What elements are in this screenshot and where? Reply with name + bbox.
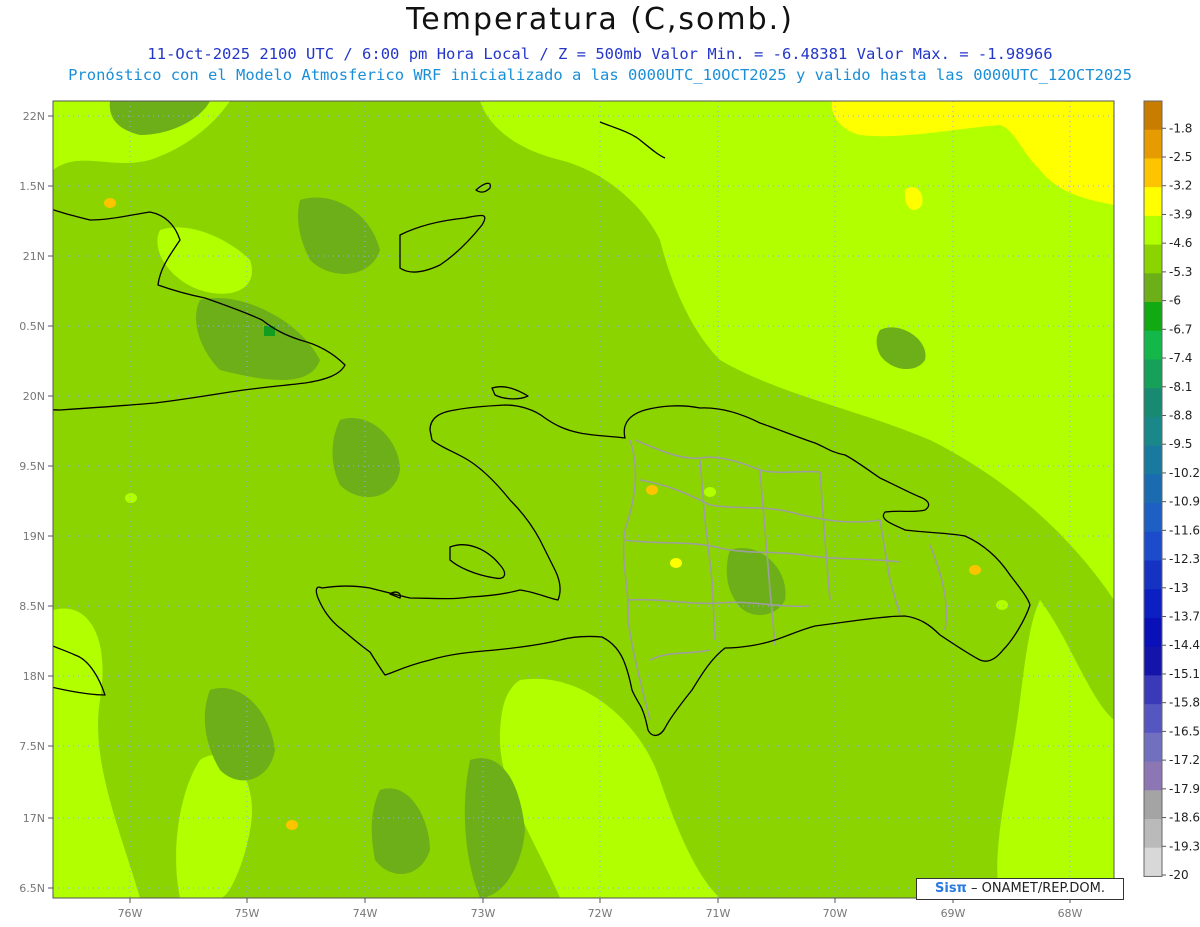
colorbar-label: -15.8	[1169, 696, 1200, 710]
colorbar-label: -1.8	[1169, 121, 1192, 135]
colorbar-label: -6	[1169, 294, 1181, 308]
colorbar-swatch	[1144, 503, 1162, 533]
colorbar-label: -8.1	[1169, 380, 1192, 394]
colorbar-swatch	[1144, 101, 1162, 131]
anomaly-spot	[969, 565, 981, 575]
colorbar-label: -10.9	[1169, 495, 1200, 509]
lon-label: 72W	[588, 907, 613, 920]
colorbar-swatch	[1144, 617, 1162, 648]
anomaly-spot	[670, 558, 682, 568]
forecast-time-line: 11-Oct-2025 2100 UTC / 6:00 pm Hora Loca…	[147, 45, 1053, 63]
colorbar-label: -17.2	[1169, 753, 1200, 767]
colorbar-swatch	[1144, 704, 1162, 734]
colorbar-swatch	[1144, 560, 1162, 590]
colorbar-swatch	[1144, 273, 1162, 303]
colorbar-label: -15.1	[1169, 667, 1200, 681]
colorbar-swatch	[1144, 531, 1162, 562]
colorbar-swatch	[1144, 187, 1162, 217]
colorbar-swatch	[1144, 359, 1162, 389]
lat-label: 7.5N	[19, 740, 45, 753]
colorbar-swatch	[1144, 790, 1162, 820]
lon-label: 75W	[235, 907, 260, 920]
colorbar-label: -5.3	[1169, 265, 1192, 279]
source-watermark: Sisπ – ONAMET/REP.DOM.	[916, 878, 1124, 900]
colorbar-label: -13.7	[1169, 610, 1200, 624]
colorbar-swatch	[1144, 474, 1162, 504]
colorbar-swatch	[1144, 129, 1162, 159]
map-title: Temperatura (C,somb.)	[406, 2, 794, 37]
colorbar-label: -13	[1169, 581, 1189, 595]
lat-label: 20N	[23, 390, 45, 403]
lat-label: 9.5N	[19, 460, 45, 473]
colorbar-swatch	[1144, 330, 1162, 360]
colorbar-label: -6.7	[1169, 322, 1192, 336]
colorbar: -1.8 -2.5 -3.2 -3.9 -4.6 -5.3 -6 -6.7 -7.4 -8.1 -8…	[1143, 100, 1200, 882]
colorbar-label: -11.6	[1169, 523, 1200, 537]
lat-label: 6.5N	[19, 882, 45, 895]
colorbar-swatch	[1144, 761, 1162, 791]
anomaly-spot	[704, 487, 716, 497]
colorbar-swatch	[1144, 675, 1162, 705]
colorbar-swatch	[1144, 589, 1162, 619]
weather-map: 22N 1.5N 21N 0.5N 20N 9.5N 19N 8.5N 18N 7.5N 17N 6.…	[19, 100, 1200, 920]
colorbar-swatch	[1144, 158, 1162, 188]
colorbar-label: -3.9	[1169, 207, 1192, 221]
colorbar-swatch	[1144, 732, 1162, 763]
lat-label: 21N	[23, 250, 45, 263]
colorbar-label: -19.3	[1169, 839, 1200, 853]
lat-label: 22N	[23, 110, 45, 123]
colorbar-label: -12.3	[1169, 552, 1200, 566]
colorbar-swatch	[1144, 388, 1162, 418]
colorbar-label: -18.6	[1169, 811, 1200, 825]
colorbar-label: -7.4	[1169, 351, 1192, 365]
sispi-logo-text: Sisπ	[935, 881, 967, 896]
colorbar-swatch	[1144, 819, 1162, 849]
lon-label: 73W	[471, 907, 496, 920]
colorbar-label: -2.5	[1169, 150, 1192, 164]
lat-label: 19N	[23, 530, 45, 543]
lat-label: 1.5N	[19, 180, 45, 193]
lon-label: 69W	[941, 907, 966, 920]
lon-label: 76W	[118, 907, 143, 920]
lon-label: 71W	[706, 907, 731, 920]
lat-label: 18N	[23, 670, 45, 683]
colorbar-swatch	[1144, 416, 1162, 447]
colorbar-label: -8.8	[1169, 408, 1192, 422]
colorbar-label: -4.6	[1169, 236, 1192, 250]
lat-label: 0.5N	[19, 320, 45, 333]
colorbar-label: -9.5	[1169, 437, 1192, 451]
colorbar-swatch	[1144, 215, 1162, 246]
lat-label: 17N	[23, 812, 45, 825]
lon-label: 68W	[1058, 907, 1083, 920]
anomaly-spot	[104, 198, 116, 208]
colorbar-swatch	[1144, 847, 1162, 877]
anomaly-spot	[996, 600, 1008, 610]
colorbar-label: -17.9	[1169, 782, 1200, 796]
lon-label: 70W	[823, 907, 848, 920]
colorbar-label: -3.2	[1169, 179, 1192, 193]
anomaly-spot	[286, 820, 298, 830]
anomaly-spot	[125, 493, 137, 503]
temperature-field	[53, 101, 1114, 898]
anomaly-spot	[646, 485, 658, 495]
model-info-line: Pronóstico con el Modelo Atmosferico WRF…	[68, 66, 1132, 84]
colorbar-label: -16.5	[1169, 724, 1200, 738]
colorbar-swatch	[1144, 445, 1162, 475]
colorbar-swatch	[1144, 302, 1162, 332]
colorbar-label: -10.2	[1169, 466, 1200, 480]
colorbar-swatch	[1144, 244, 1162, 274]
colorbar-label: -20	[1169, 868, 1189, 882]
lon-label: 74W	[353, 907, 378, 920]
onamet-credit: – ONAMET/REP.DOM.	[966, 881, 1105, 896]
lat-label: 8.5N	[19, 600, 45, 613]
colorbar-swatch	[1144, 646, 1162, 676]
colorbar-label: -14.4	[1169, 638, 1200, 652]
